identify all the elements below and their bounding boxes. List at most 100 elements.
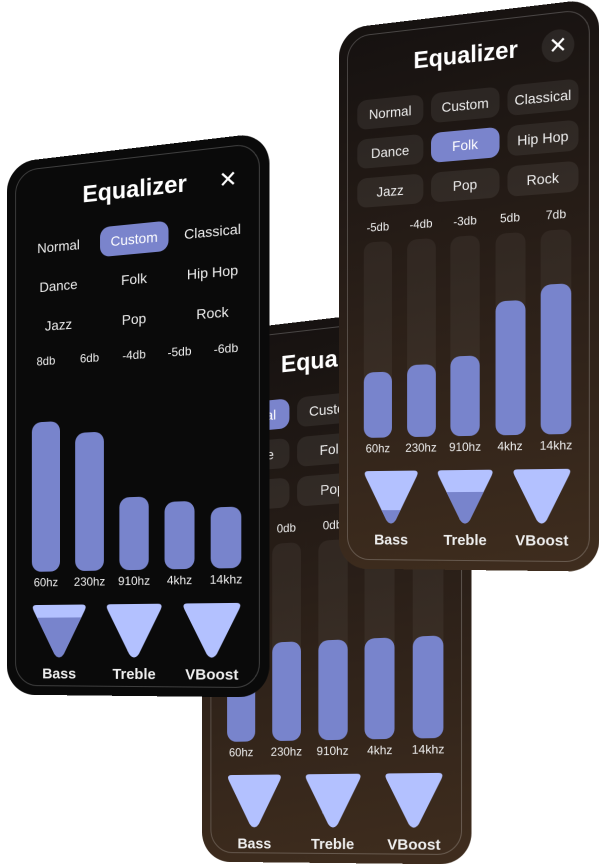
treble-knob-icon[interactable] (434, 464, 497, 528)
band-level-bar[interactable] (450, 355, 479, 436)
bass-knob-icon[interactable] (29, 599, 89, 662)
band-level-bar[interactable] (211, 506, 242, 568)
band-slider[interactable] (75, 372, 104, 571)
band-level-bar[interactable] (318, 639, 347, 740)
band-frequency: 4khz (367, 743, 392, 762)
band-db-value: 0db (277, 521, 296, 540)
knob-vboost[interactable]: VBoost (173, 597, 250, 684)
band-slider[interactable] (165, 366, 195, 569)
knob-treble[interactable]: Treble (296, 768, 370, 854)
band-frequency: 230hz (74, 575, 105, 593)
band-frequency: 230hz (405, 441, 436, 459)
band-db-value: -3db (453, 213, 477, 233)
band-level-bar[interactable] (272, 641, 301, 741)
band-db-value: -6db (214, 341, 239, 361)
preset-folk[interactable]: Folk (431, 127, 499, 163)
equalizer-panel-right: Equalizer ✕ Normal Custom Classical Dance Folk… (339, 0, 599, 572)
preset-hip-hop[interactable]: Hip Hop (177, 254, 249, 291)
knob-label: Bass (237, 836, 271, 853)
band-frequency: 4khz (497, 439, 522, 458)
band-slider[interactable] (211, 363, 242, 569)
knob-bass[interactable]: Bass (219, 768, 291, 852)
band-column: 8db 60hz (27, 353, 65, 594)
preset-folk[interactable]: Folk (100, 261, 169, 297)
band-frequency: 14khz (540, 438, 573, 457)
effect-knobs: Bass Treble VBoost (23, 597, 250, 684)
band-db-value: -4db (122, 347, 146, 367)
preset-hip-hop[interactable]: Hip Hop (507, 120, 578, 157)
vboost-knob-icon[interactable] (179, 597, 244, 663)
band-level-bar[interactable] (119, 496, 148, 570)
effect-knobs: Bass Treble VBoost (219, 767, 453, 854)
band-level-bar[interactable] (413, 635, 444, 738)
band-frequency: 910hz (317, 744, 349, 762)
bass-knob-icon[interactable] (361, 465, 421, 528)
band-level-bar[interactable] (165, 501, 195, 569)
band-slider[interactable] (407, 238, 436, 437)
equalizer-panel-left: Equalizer ✕ Normal Custom Classical Dance Folk… (7, 132, 269, 698)
band-column: -4db 230hz (402, 216, 440, 459)
band-column: -5db 4khz (160, 343, 200, 591)
band-slider[interactable] (450, 235, 479, 436)
band-level-bar[interactable] (365, 637, 395, 739)
preset-pop[interactable]: Pop (431, 167, 499, 202)
preset-jazz[interactable]: Jazz (25, 307, 92, 342)
preset-classical[interactable]: Classical (177, 213, 249, 250)
band-column: 7db 14khz (536, 206, 577, 457)
preset-grid: NormalCustomClassical DanceFolkHip Hop Jaz… (357, 79, 578, 209)
band-slider[interactable] (364, 241, 392, 438)
band-slider[interactable] (495, 232, 525, 435)
preset-jazz[interactable]: Jazz (357, 173, 423, 208)
knob-bass[interactable]: Bass (355, 464, 427, 548)
preset-pop[interactable]: Pop (100, 301, 169, 336)
treble-knob-icon[interactable] (103, 598, 166, 662)
knob-label: Bass (374, 532, 408, 549)
band-slider[interactable] (32, 375, 60, 572)
band-frequency: 60hz (366, 441, 390, 459)
band-level-bar[interactable] (541, 284, 572, 435)
bass-knob-icon[interactable] (224, 769, 284, 832)
band-level-bar[interactable] (32, 421, 60, 572)
knob-label: VBoost (185, 666, 238, 684)
knob-bass[interactable]: Bass (23, 598, 95, 682)
knob-treble[interactable]: Treble (428, 464, 502, 550)
panel-inner: Equalizer✕NormalCustomClassicalDanceFolk… (15, 142, 260, 688)
band-slider[interactable] (541, 229, 572, 435)
band-slider[interactable] (272, 542, 301, 741)
knob-vboost[interactable]: VBoost (375, 767, 452, 854)
preset-normal[interactable]: Normal (357, 94, 423, 130)
preset-dance[interactable]: Dance (357, 134, 423, 169)
preset-rock[interactable]: Rock (177, 295, 249, 331)
preset-grid: NormalCustomClassical DanceFolkHip Hop Jaz… (25, 213, 248, 343)
knob-label: Treble (112, 666, 155, 683)
knob-label: Treble (443, 532, 486, 549)
band-frequency: 14khz (210, 572, 243, 591)
band-column: 0db 230hz (267, 520, 305, 763)
preset-classical[interactable]: Classical (507, 79, 578, 116)
band-db-value: -4db (409, 216, 432, 235)
vboost-knob-icon[interactable] (381, 767, 446, 833)
band-db-value: 8db (37, 354, 56, 373)
preset-custom[interactable]: Custom (100, 221, 169, 258)
preset-normal[interactable]: Normal (25, 228, 92, 264)
knob-label: VBoost (387, 836, 440, 854)
preset-rock[interactable]: Rock (507, 161, 578, 197)
band-level-bar[interactable] (75, 432, 104, 572)
treble-knob-icon[interactable] (301, 768, 364, 832)
band-column: -3db 910hz (446, 213, 485, 459)
band-frequency: 910hz (118, 574, 150, 592)
band-level-bar[interactable] (495, 300, 525, 436)
band-column: -5db 60hz (359, 219, 397, 460)
vboost-knob-icon[interactable] (509, 463, 574, 529)
knob-treble[interactable]: Treble (97, 598, 171, 684)
knob-vboost[interactable]: VBoost (503, 463, 580, 550)
band-slider[interactable] (318, 539, 347, 740)
band-slider[interactable] (119, 369, 148, 570)
preset-custom[interactable]: Custom (431, 87, 499, 124)
band-frequency: 4khz (167, 573, 192, 592)
band-level-bar[interactable] (407, 364, 436, 437)
band-level-bar[interactable] (364, 372, 392, 438)
band-db-value: 7db (546, 207, 566, 227)
band-db-value: -5db (168, 344, 192, 364)
preset-dance[interactable]: Dance (25, 268, 92, 303)
